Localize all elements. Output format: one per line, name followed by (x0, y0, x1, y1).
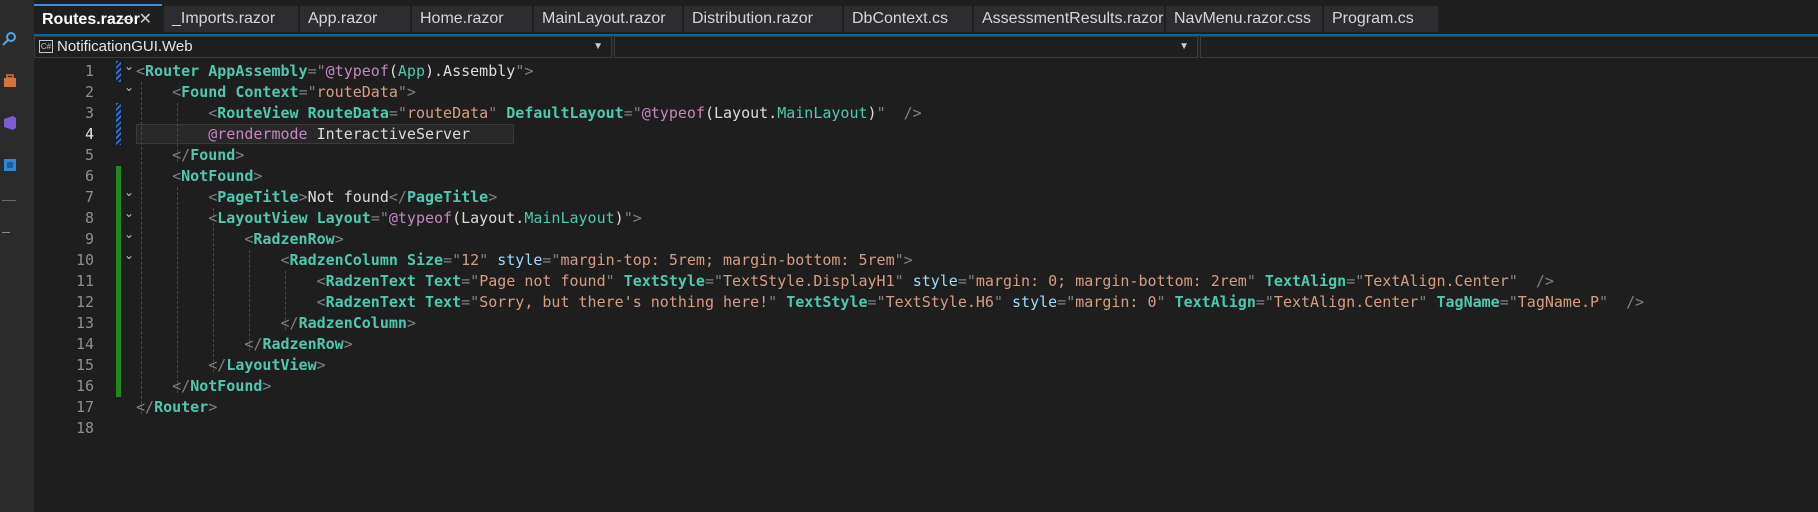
line-number: 11 (75, 272, 94, 290)
code-line[interactable]: @rendermode InteractiveServer (136, 124, 470, 145)
code-line[interactable]: <RadzenText Text="Sorry, but there's not… (136, 292, 1645, 313)
search-icon[interactable] (0, 28, 20, 50)
code-editor[interactable]: ⌄ ⌄ ⌄ ⌄ ⌄ ⌄ 1 <Router AppAssembly="@typeof(App)… (34, 58, 1818, 512)
line-number: 1 (84, 62, 94, 80)
fold-chevron-icon[interactable]: ⌄ (124, 206, 134, 220)
document-tab-bar: Routes.razor ⊣ ✕ _Imports.razor App.razo… (34, 0, 1818, 36)
line-number: 5 (84, 146, 94, 164)
tab-label: Home.razor (420, 10, 504, 27)
extra-dropdown[interactable] (1200, 36, 1818, 58)
line-number: 13 (75, 314, 94, 332)
line-number: 2 (84, 83, 94, 101)
code-line[interactable]: <Found Context="routeData"> (136, 82, 416, 103)
line-number: 3 (84, 104, 94, 122)
member-dropdown[interactable]: ▼ (614, 36, 1198, 58)
line-number: 6 (84, 167, 94, 185)
line-number: 14 (75, 335, 94, 353)
line-number: 15 (75, 356, 94, 374)
change-marker (116, 61, 121, 82)
code-line[interactable]: <RadzenColumn Size="12" style="margin-to… (136, 250, 913, 271)
code-line[interactable]: <LayoutView Layout="@typeof(Layout.MainL… (136, 208, 642, 229)
pin-icon[interactable]: ⊣ (121, 6, 132, 34)
code-line[interactable]: <RouteView RouteData="routeData" Default… (136, 103, 921, 124)
change-marker (116, 103, 121, 145)
code-line[interactable]: </RadzenColumn> (136, 313, 416, 334)
csharp-project-icon: C# (39, 40, 53, 53)
tab-dbcontext-cs[interactable]: DbContext.cs (844, 6, 972, 32)
code-line[interactable]: <PageTitle>Not found</PageTitle> (136, 187, 497, 208)
saved-change-marker (116, 166, 121, 397)
fold-chevron-icon[interactable]: ⌄ (124, 80, 134, 94)
tab-label: Distribution.razor (692, 10, 813, 27)
project-dropdown[interactable]: C# NotificationGUI.Web ▼ (34, 36, 612, 58)
code-line[interactable]: </NotFound> (136, 376, 271, 397)
line-number: 7 (84, 188, 94, 206)
line-number: 16 (75, 377, 94, 395)
tab-home-razor[interactable]: Home.razor (412, 6, 532, 32)
tab-imports-razor[interactable]: _Imports.razor (164, 6, 298, 32)
tab-distribution-razor[interactable]: Distribution.razor (684, 6, 842, 32)
navigation-bar: C# NotificationGUI.Web ▼ ▼ (34, 36, 1818, 59)
code-line[interactable]: </RadzenRow> (136, 334, 352, 355)
code-line[interactable]: <NotFound> (136, 166, 262, 187)
tab-routes-razor[interactable]: Routes.razor ⊣ ✕ (34, 4, 162, 34)
tab-label: _Imports.razor (172, 10, 276, 27)
code-line[interactable]: <RadzenText Text="Page not found" TextSt… (136, 271, 1554, 292)
tab-label: MainLayout.razor (542, 10, 666, 27)
fold-chevron-icon[interactable]: ⌄ (124, 185, 134, 199)
tab-label: Program.cs (1332, 10, 1414, 27)
line-number: 4 (84, 125, 94, 143)
chevron-down-icon[interactable]: ▼ (1179, 37, 1189, 57)
code-line[interactable]: <Router AppAssembly="@typeof(App).Assemb… (136, 61, 533, 82)
line-number: 8 (84, 209, 94, 227)
fold-chevron-icon[interactable]: ⌄ (124, 248, 134, 262)
code-line[interactable]: </LayoutView> (136, 355, 325, 376)
tab-app-razor[interactable]: App.razor (300, 6, 410, 32)
project-name: NotificationGUI.Web (57, 38, 193, 55)
line-number: 10 (75, 251, 94, 269)
fold-chevron-icon[interactable]: ⌄ (124, 227, 134, 241)
code-line[interactable]: </Found> (136, 145, 244, 166)
tab-navmenu-razor-css[interactable]: NavMenu.razor.css (1166, 6, 1322, 32)
tab-mainlayout-razor[interactable]: MainLayout.razor (534, 6, 682, 32)
tab-label: NavMenu.razor.css (1174, 10, 1311, 27)
code-line[interactable]: </Router> (136, 397, 217, 418)
close-icon[interactable]: ✕ (139, 6, 152, 34)
code-line[interactable]: <RadzenRow> (136, 229, 343, 250)
tab-program-cs[interactable]: Program.cs (1324, 6, 1438, 32)
tab-label: AssessmentResults.razor (982, 10, 1164, 27)
tab-assessmentresults-razor[interactable]: AssessmentResults.razor (974, 6, 1164, 32)
line-number: 12 (75, 293, 94, 311)
fold-chevron-icon[interactable]: ⌄ (124, 59, 134, 73)
line-number: 17 (75, 398, 94, 416)
chevron-down-icon[interactable]: ▼ (593, 37, 603, 57)
line-number: 9 (84, 230, 94, 248)
tab-label: DbContext.cs (852, 10, 949, 27)
line-number: 18 (75, 419, 94, 437)
tab-label: App.razor (308, 10, 378, 27)
